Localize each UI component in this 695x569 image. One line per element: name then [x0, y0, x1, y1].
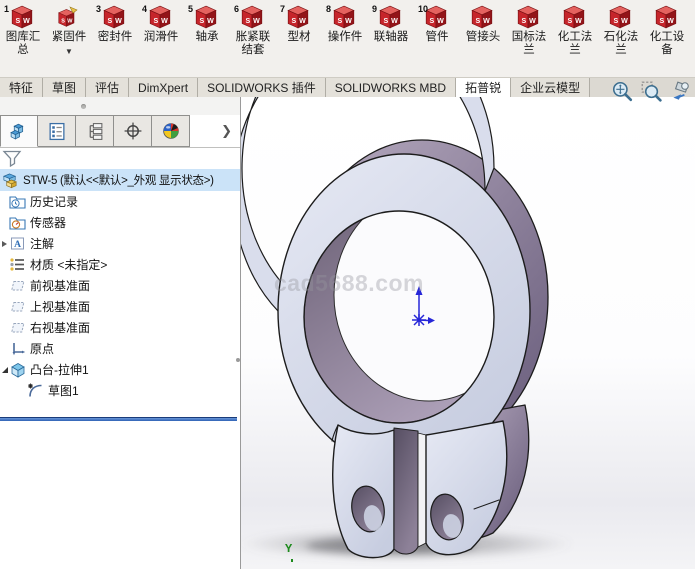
tree-item-material[interactable]: 材质 <未指定> — [0, 254, 240, 275]
displaymanager-icon — [161, 121, 181, 141]
tree-item-sketch1[interactable]: 草图1 — [0, 380, 240, 401]
svg-text:A: A — [14, 240, 21, 250]
history-folder-icon — [9, 193, 26, 210]
sw-cube-icon — [425, 5, 447, 29]
sw-cube-icon — [195, 5, 217, 29]
filter-funnel-icon — [2, 149, 22, 167]
toolbar-item-gb-flanges[interactable]: 国标法兰 — [506, 0, 552, 77]
sketch-icon — [27, 382, 44, 399]
tree-item-front-plane[interactable]: 前视基准面 — [0, 275, 240, 296]
toolbar-item-lubrication[interactable]: 4 润滑件 — [138, 0, 184, 77]
sw-cube-icon — [563, 5, 585, 29]
tab-solidworks-addins[interactable]: SOLIDWORKS 插件 — [198, 78, 326, 97]
tree-item-annotations[interactable]: A 注解 — [0, 233, 240, 254]
toolbar-item-fasteners[interactable]: 紧固件 ▼ — [46, 0, 92, 77]
panel-collapse-strip[interactable] — [0, 97, 240, 116]
sw-cube-icon — [517, 5, 539, 29]
toolbar-item-profiles[interactable]: 7 型材 — [276, 0, 322, 77]
sw-cube-icon — [149, 5, 171, 29]
sw-cube-icon — [609, 5, 631, 29]
tab-displaymanager[interactable] — [152, 115, 190, 147]
rollback-bar[interactable] — [0, 417, 237, 421]
part-icon — [2, 172, 19, 189]
zoom-to-area-icon[interactable] — [640, 80, 662, 102]
sw-cube-icon — [333, 5, 355, 29]
tree-root-part[interactable]: STW-5 (默认<<默认>_外观 显示状态>) — [0, 169, 240, 191]
grip-dot-icon — [81, 104, 86, 109]
tree-item-top-plane[interactable]: 上视基准面 — [0, 296, 240, 317]
sw-cube-icon — [379, 5, 401, 29]
tab-evaluate[interactable]: 评估 — [86, 78, 129, 97]
featuremanager-icon — [9, 121, 29, 141]
feature-tree: STW-5 (默认<<默认>_外观 显示状态>) 历史记录 传感器 — [0, 169, 240, 401]
annotations-icon: A — [9, 235, 26, 252]
tree-item-sensors[interactable]: 传感器 — [0, 212, 240, 233]
tab-features[interactable]: 特征 — [0, 78, 43, 97]
toolbar-item-chemical-flanges[interactable]: 化工法兰 — [552, 0, 598, 77]
view-tools — [611, 80, 691, 102]
sensors-folder-icon — [9, 214, 26, 231]
sw-cube-icon — [287, 5, 309, 29]
material-icon — [9, 256, 26, 273]
tab-dimxpert[interactable]: DimXpert — [129, 78, 198, 97]
tab-featuremanager[interactable] — [0, 115, 38, 147]
tree-root-label: STW-5 (默认<<默认>_外观 显示状态>) — [23, 172, 214, 188]
tab-topruit[interactable]: 拓普锐 — [456, 78, 511, 97]
tree-item-boss-extrude1[interactable]: 凸台-拉伸1 — [0, 359, 240, 380]
sw-cube-icon — [655, 5, 677, 29]
y-axis-tick — [291, 559, 293, 562]
toolbar-item-couplings[interactable]: 9 联轴器 — [368, 0, 414, 77]
toolbar-item-expansion-sleeves[interactable]: 6 胀紧联结套 — [230, 0, 276, 77]
sw-cube-icon — [11, 5, 33, 29]
dropdown-arrow-icon[interactable]: ▼ — [65, 48, 73, 56]
sw-cube-icon — [471, 5, 493, 29]
sw-cube-icon — [103, 5, 125, 29]
tree-item-right-plane[interactable]: 右视基准面 — [0, 317, 240, 338]
toolbar-item-bearings[interactable]: 5 轴承 — [184, 0, 230, 77]
configurationmanager-icon — [86, 122, 104, 141]
plane-icon — [9, 277, 26, 294]
boss-extrude-icon — [9, 361, 26, 378]
panel-expand-chevron[interactable]: ❯ — [221, 123, 232, 139]
origin-icon — [9, 340, 26, 357]
y-axis-label: Y — [285, 542, 292, 556]
toolbar-item-petrochemical-flanges[interactable]: 石化法兰 — [598, 0, 644, 77]
expand-arrow-icon[interactable] — [2, 241, 7, 247]
tab-sketch[interactable]: 草图 — [43, 78, 86, 97]
tab-configurationmanager[interactable] — [76, 115, 114, 147]
toolbar-item-library-summary[interactable]: 1 图库汇总 — [0, 0, 46, 77]
retaining-ring-3d-model[interactable] — [241, 97, 695, 569]
plane-icon — [9, 319, 26, 336]
command-manager-tabbar: 特征 草图 评估 DimXpert SOLIDWORKS 插件 SOLIDWOR… — [0, 78, 695, 98]
propertymanager-icon — [48, 122, 66, 141]
tree-filter[interactable] — [2, 149, 238, 169]
panel-splitter-handle[interactable] — [236, 358, 240, 362]
sw-cube-edit-icon — [57, 5, 79, 29]
tree-item-history[interactable]: 历史记录 — [0, 191, 240, 212]
toolbar-item-pipe-connectors[interactable]: 管接头 — [460, 0, 506, 77]
dimxpertmanager-icon — [123, 121, 143, 141]
collapse-arrow-icon[interactable] — [2, 367, 8, 373]
zoom-to-fit-icon[interactable] — [611, 80, 633, 102]
toolbar-item-seals[interactable]: 3 密封件 — [92, 0, 138, 77]
panel-tabs: ❯ — [0, 115, 240, 148]
tab-propertymanager[interactable] — [38, 115, 76, 147]
sw-cube-icon — [241, 5, 263, 29]
previous-view-icon[interactable] — [669, 80, 691, 102]
tab-enterprise-cloud[interactable]: 企业云模型 — [511, 78, 590, 97]
standard-library-toolbar: 1 图库汇总 紧固件 ▼ 3 密封件 4 润滑件 5 轴承 6 胀紧联结套 7 … — [0, 0, 695, 78]
tree-item-origin[interactable]: 原点 — [0, 338, 240, 359]
tab-solidworks-mbd[interactable]: SOLIDWORKS MBD — [326, 78, 456, 97]
graphics-viewport[interactable]: cad5688.com Y — [240, 97, 695, 569]
toolbar-item-chemical-equipment[interactable]: 化工设备 — [644, 0, 690, 77]
toolbar-item-pipes[interactable]: 10 管件 — [414, 0, 460, 77]
plane-icon — [9, 298, 26, 315]
toolbar-item-operating-parts[interactable]: 8 操作件 — [322, 0, 368, 77]
feature-manager-panel: ❯ STW-5 (默认<<默认>_外观 显示状态>) — [0, 97, 240, 569]
tab-dimxpertmanager[interactable] — [114, 115, 152, 147]
